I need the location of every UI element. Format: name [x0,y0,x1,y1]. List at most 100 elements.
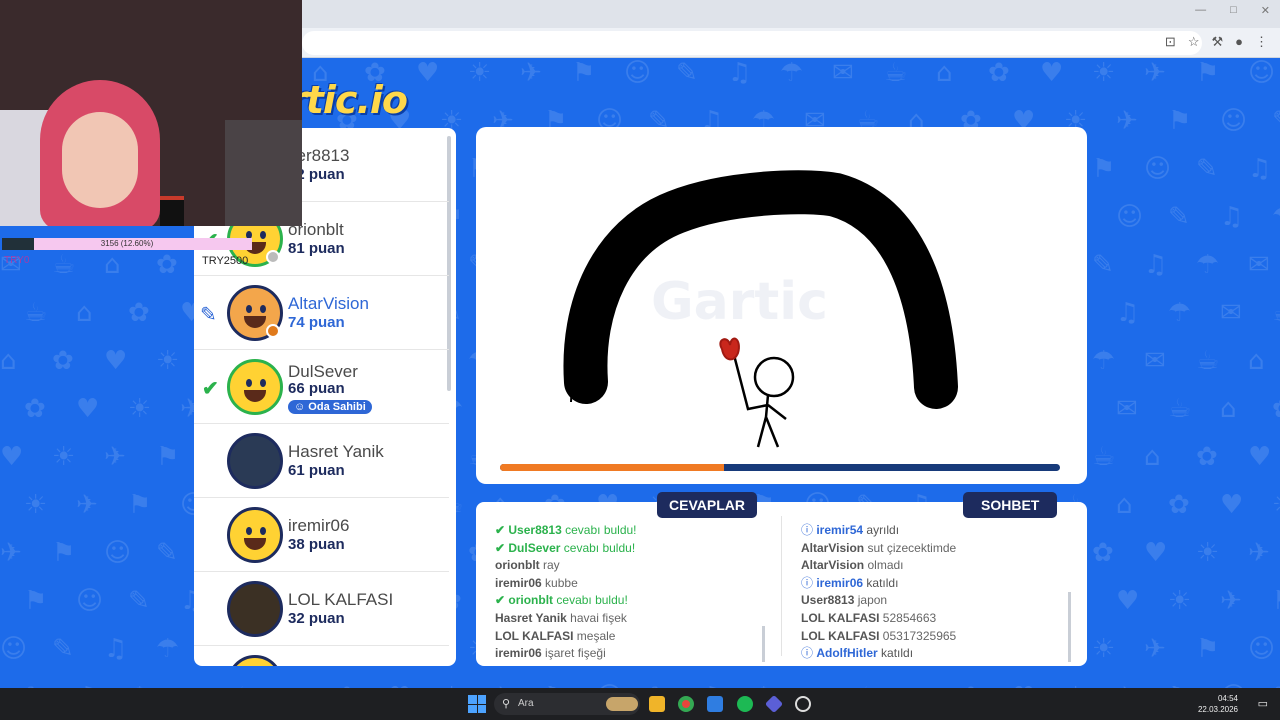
chat-list: ⓘ iremir54 ayrıldı AltarVision sut çizec… [801,522,956,663]
toolbar-icons: ⊡ ☆ ⚒ ● ⋮ [1165,34,1268,50]
avatar [227,359,283,415]
pattern-doodle: ✎ [156,538,178,568]
answer-message: iremir06 kubbe [495,575,578,590]
player-row: ✔ DulSever 66 puan ☺ Oda Sahibi [194,350,449,424]
spotify-icon[interactable] [737,696,753,712]
address-bar[interactable] [302,31,1202,55]
pattern-doodle: ♥ [416,58,440,88]
bookmark-star-icon[interactable]: ☆ [1188,34,1200,50]
chat-scrollbar[interactable] [1068,592,1071,662]
windows-start-icon[interactable] [468,695,486,713]
pattern-doodle: ✎ [676,58,698,88]
notification-icon[interactable]: ▭ [1258,697,1268,710]
chrome-icon[interactable] [678,696,694,712]
chat-message: User8813 japon [801,593,888,608]
player-points: 61 puan [288,462,345,479]
pattern-doodle: ✎ [1196,154,1218,184]
pattern-doodle: ♫ [1144,250,1168,280]
maximize-icon[interactable]: □ [1230,4,1237,17]
obs-icon[interactable] [795,696,811,712]
pattern-doodle: ⌂ [1220,394,1237,424]
pattern-doodle: ☺ [76,586,104,616]
profile-icon[interactable]: ● [1235,34,1243,50]
pattern-doodle: ♥ [1220,490,1244,520]
file-explorer-icon[interactable] [649,696,665,712]
sub-goal-text: 3156 (12.60%) [100,239,154,248]
install-app-icon[interactable]: ⊡ [1165,34,1176,50]
pattern-doodle: ✈ [1144,58,1166,88]
avatar [227,433,283,489]
mail-icon[interactable] [707,696,723,712]
menu-icon[interactable]: ⋮ [1255,34,1268,50]
answer-message: iremir06 işaret fişeği [495,646,606,661]
avatar [227,507,283,563]
pencil-icon: ✎ [200,304,217,326]
pattern-doodle: ☀ [52,442,76,472]
answers-scrollbar[interactable] [762,626,765,662]
player-row [194,646,449,666]
pattern-doodle: ☀ [468,58,492,88]
player-row: iremir06 38 puan [194,498,449,572]
pattern-doodle: ✈ [0,538,22,568]
widget-icon[interactable] [606,697,638,711]
round-timer-bar [500,464,1060,471]
pattern-doodle: ☀ [1092,634,1116,664]
pattern-doodle: ✈ [1220,586,1242,616]
pattern-doodle: ✉ [832,58,854,88]
window-controls: — □ ✕ [1195,4,1270,17]
pattern-doodle: ♥ [1248,442,1272,472]
player-name: LOL KALFASI [288,590,394,609]
app-icon[interactable] [764,694,784,714]
panel-divider [781,516,782,656]
pattern-doodle: ✎ [1272,106,1280,136]
drawing-canvas[interactable]: Gartic [476,127,1087,484]
pattern-doodle: ☺ [1116,202,1144,232]
pattern-doodle: ☺ [1144,154,1172,184]
pattern-doodle: ☂ [156,634,180,664]
pattern-doodle: ⌂ [104,250,121,280]
pattern-doodle: ⚑ [52,538,76,568]
pattern-doodle: ♥ [104,346,128,376]
pattern-doodle: ♥ [1144,538,1168,568]
extensions-icon[interactable]: ⚒ [1211,34,1223,50]
pattern-doodle: ✎ [128,586,150,616]
pattern-doodle: ♫ [1248,154,1272,184]
pattern-doodle: ⚑ [1272,586,1280,616]
taskbar-clock[interactable]: 04:54 22.03.2026 [1198,693,1238,715]
pattern-doodle: ⌂ [936,58,953,88]
pattern-doodle: ☀ [1272,490,1280,520]
pattern-doodle: ☺ [104,538,132,568]
streamer-face [62,112,138,208]
pattern-doodle: ☀ [24,490,48,520]
room-owner-badge: ☺ Oda Sahibi [288,400,372,414]
pattern-doodle: ⌂ [1144,442,1161,472]
pattern-doodle: ♫ [104,634,128,664]
pattern-doodle: ♥ [76,394,100,424]
tab-answers[interactable]: CEVAPLAR [657,492,757,518]
pattern-doodle: ✿ [128,298,150,328]
pattern-doodle: ⌂ [1248,346,1265,376]
sub-goal-end: TRY2500 [202,255,249,267]
answer-message: ✔ DulSever cevabı buldu! [495,540,636,555]
player-row: LOL KALFASI 32 puan [194,572,449,646]
pattern-doodle: ☺ [1248,634,1276,664]
gartic-logo[interactable]: rtic.io [288,78,408,122]
pattern-doodle: ✿ [24,394,46,424]
taskbar: ⚲ Ara 04:54 22.03.2026 ▭ [0,688,1280,720]
sub-goal-bar: 3156 (12.60%) [2,238,252,250]
close-icon[interactable]: ✕ [1261,4,1270,17]
pattern-doodle: ✎ [1168,202,1190,232]
tab-chat[interactable]: SOHBET [963,492,1058,518]
pattern-doodle: ☀ [128,394,152,424]
pattern-doodle: ✉ [1248,250,1270,280]
player-name: DulSever [288,362,358,381]
pattern-doodle: ⌂ [1116,490,1133,520]
pattern-doodle: ☀ [1196,538,1220,568]
minimize-icon[interactable]: — [1195,4,1206,17]
pattern-doodle: ✿ [1196,442,1218,472]
pattern-doodle: ✿ [1168,490,1190,520]
answer-message: Hasret Yanik havai fişek [495,610,627,625]
pattern-doodle: ♥ [0,442,24,472]
pattern-doodle: ☀ [156,346,180,376]
chat-message: ⓘ iremir54 ayrıldı [801,523,900,537]
